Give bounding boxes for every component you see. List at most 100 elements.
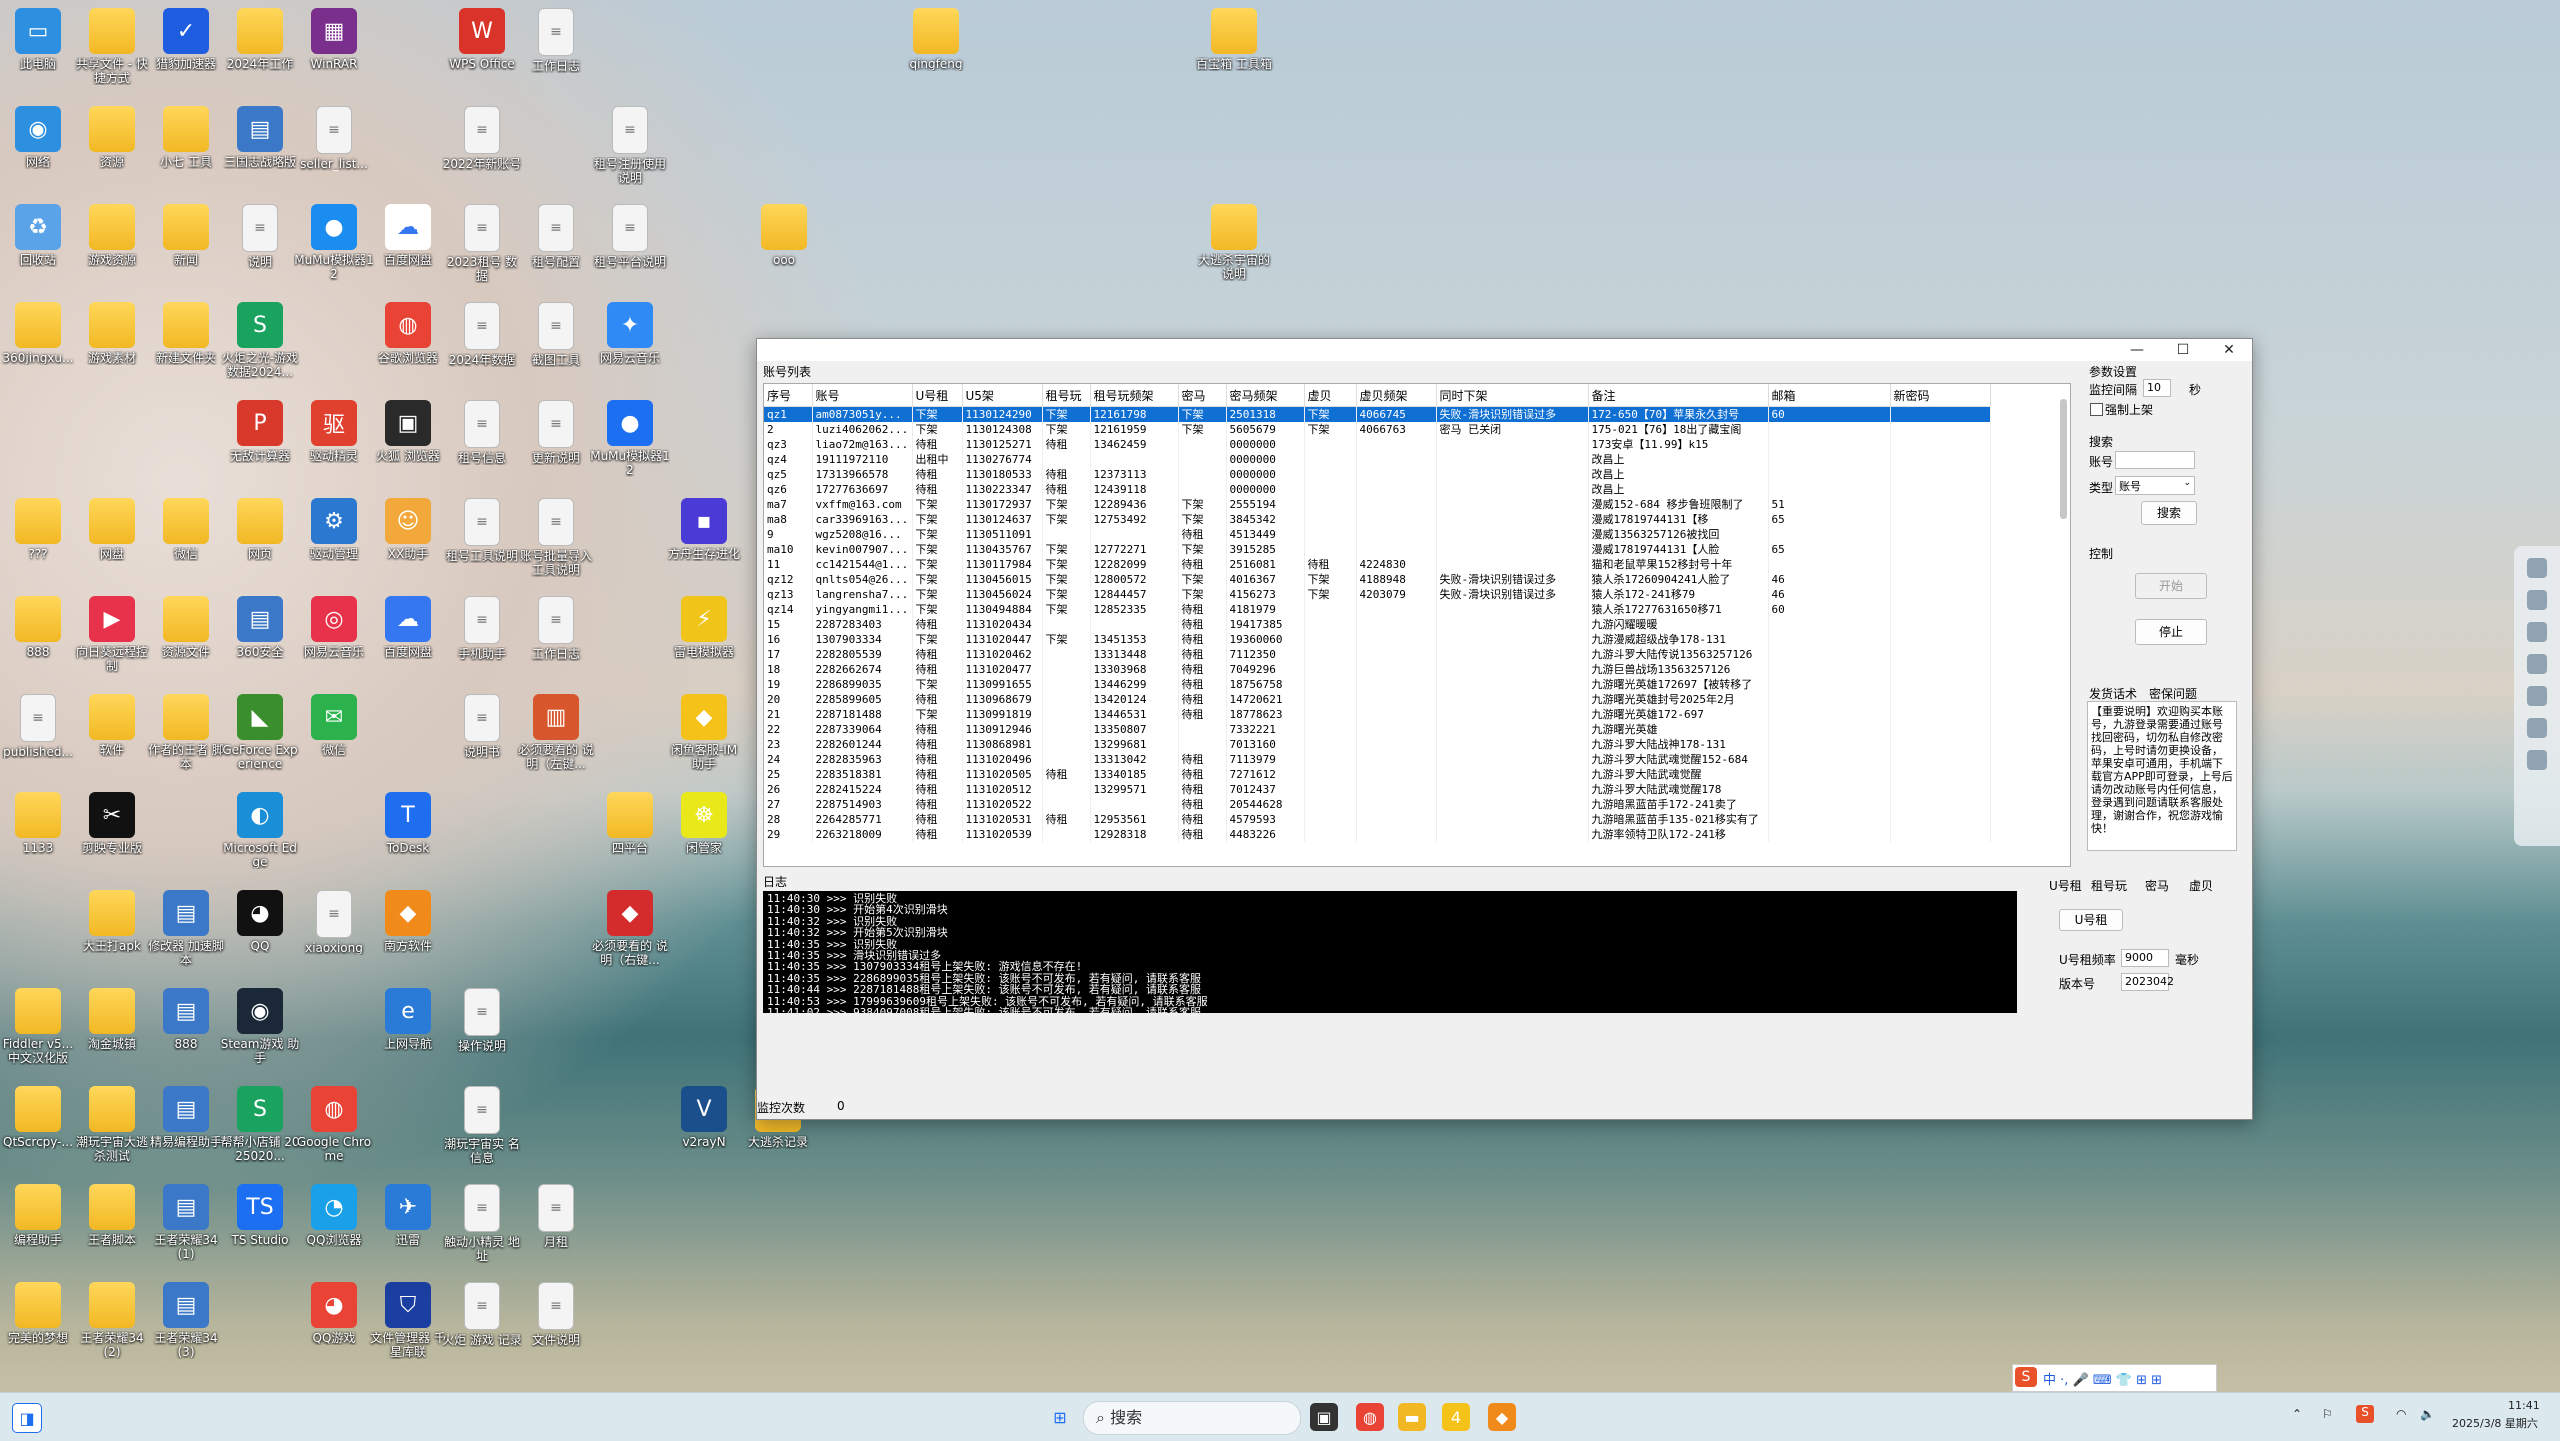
desktop-icon[interactable]: ☺ XX助手 <box>368 498 448 561</box>
desktop-icon[interactable]: 软件 <box>72 694 152 757</box>
desktop-icon[interactable]: 资源 <box>72 106 152 169</box>
volume-icon[interactable]: 🔈 <box>2420 1407 2435 1421</box>
table-row[interactable]: 22 2287339064 待租 1130912946 13350807 7332221 九… <box>764 722 1991 737</box>
desktop-icon[interactable]: ≡ 工作日志 <box>516 8 596 73</box>
maximize-button[interactable]: ☐ <box>2160 339 2206 361</box>
desktop-icon[interactable]: 王者荣耀34 (2) <box>72 1282 152 1359</box>
desktop-icon[interactable]: ≡ 文件说明 <box>516 1282 596 1347</box>
desktop-icon[interactable]: 共享文件 - 快捷方式 <box>72 8 152 85</box>
desktop-icon[interactable]: 1133 <box>0 792 78 855</box>
table-row[interactable]: 18 2282662674 待租 1131020477 13303968 待租 704929… <box>764 662 1991 677</box>
desktop-icon[interactable]: 资源文件 <box>146 596 226 659</box>
explorer-icon[interactable]: ▬ <box>1398 1403 1426 1431</box>
desktop-icon[interactable]: ◆ 南方软件 <box>368 890 448 953</box>
desktop-icon[interactable]: ▭ 此电脑 <box>0 8 78 71</box>
desktop-icon[interactable]: 完美的梦想 <box>0 1282 78 1345</box>
desktop-icon[interactable]: ≡ xiaoxiong <box>294 890 374 955</box>
desktop-icon[interactable]: ≡ 2024年数据 <box>442 302 522 367</box>
network-icon[interactable]: ⚐ <box>2322 1407 2333 1421</box>
account-search-input[interactable] <box>2115 451 2195 469</box>
desktop-icon[interactable]: ≡ 租号配置 <box>516 204 596 269</box>
close-button[interactable]: ✕ <box>2206 339 2252 361</box>
desktop-icon[interactable]: QtScrcpy-... <box>0 1086 78 1149</box>
desktop-icon[interactable]: ≡ 租号信息 <box>442 400 522 465</box>
desktop-icon[interactable]: ▤ 360安全 <box>220 596 300 659</box>
desktop-icon[interactable]: ◎ 网易云音乐 <box>294 596 374 659</box>
table-row[interactable]: 25 2283518381 待租 1131020505 待租 13340185 待租 7271… <box>764 767 1991 782</box>
app-4-icon[interactable]: 4 <box>1442 1403 1470 1431</box>
desktop-icon[interactable]: 网盘 <box>72 498 152 561</box>
desktop-icon[interactable]: ◍ 谷歌浏览器 <box>368 302 448 365</box>
column-header[interactable]: 序号 <box>764 384 813 407</box>
desktop-icon[interactable]: ≡ 触动小精灵 地址 <box>442 1184 522 1263</box>
desktop-icon[interactable]: S 火炬之光-游戏数据2024... <box>220 302 300 379</box>
table-row[interactable]: qz13 langrensha7... 下架 1130456024 下架 12844457… <box>764 587 1991 602</box>
desktop-icon[interactable]: ▤ 修改器 加速脚本 <box>146 890 226 967</box>
desktop-icon[interactable]: ≡ seller_list... <box>294 106 374 171</box>
desktop-icon[interactable]: ≡ 租号注册使用说明 <box>590 106 670 185</box>
clock-time[interactable]: 11:41 <box>2508 1399 2540 1412</box>
task-view-icon[interactable]: ▣ <box>1310 1403 1338 1431</box>
desktop-icon[interactable]: ≡ 工作日志 <box>516 596 596 661</box>
desktop-icon[interactable]: ??? <box>0 498 78 561</box>
start-icon[interactable]: ⊞ <box>1046 1403 1074 1431</box>
desktop-icon[interactable]: 编程助手 <box>0 1184 78 1247</box>
sogou-icon[interactable]: S <box>2015 1367 2037 1387</box>
table-row[interactable]: 29 2263218009 待租 1131020539 12928318 待租 448322… <box>764 827 1991 842</box>
desktop-icon[interactable]: ⚙ 驱动管理 <box>294 498 374 561</box>
ime-toolbar[interactable]: S 中 ·, 🎤 ⌨ 👕 ⊞ ⊞ <box>2012 1364 2217 1392</box>
table-row[interactable]: 16 1307903334 下架 1131020447 下架 13451353 待租 1936… <box>764 632 1991 647</box>
desktop-icon[interactable]: ☁ 百度网盘 <box>368 596 448 659</box>
desktop-icon[interactable]: ≡ 租号平台说明 <box>590 204 670 269</box>
table-row[interactable]: qz6 17277636697 待租 1130223347 待租 12439118 0000… <box>764 482 1991 497</box>
minimize-button[interactable]: — <box>2114 339 2160 361</box>
table-row[interactable]: 9 wgz5208@16... 下架 1130511091 待租 4513449 漫威135… <box>764 527 1991 542</box>
desktop-icon[interactable]: 游戏素材 <box>72 302 152 365</box>
column-header[interactable]: 虚贝频架 <box>1356 384 1437 407</box>
desktop-icon[interactable]: 大逃杀宇宙的说明 <box>1194 204 1274 281</box>
desktop-icon[interactable]: 百宝箱 工具箱 <box>1194 8 1274 71</box>
type-select[interactable]: 账号 ⌄ <box>2115 476 2195 495</box>
desktop-icon[interactable]: ✉ 微信 <box>294 694 374 757</box>
desktop-icon[interactable]: ▤ 888 <box>146 988 226 1051</box>
column-header[interactable]: 备注 <box>1588 384 1769 407</box>
desktop-icon[interactable]: ≡ 更新说明 <box>516 400 596 465</box>
desktop-icon[interactable]: ◕ QQ游戏 <box>294 1282 374 1345</box>
table-row[interactable]: qz5 17313966578 待租 1130180533 待租 12373113 0000… <box>764 467 1991 482</box>
widgets-icon[interactable]: ◨ <box>12 1403 42 1433</box>
wifi-icon[interactable]: ◠ <box>2396 1407 2406 1421</box>
column-header[interactable]: 虚贝 <box>1304 384 1357 407</box>
table-row[interactable]: qz1 am0873051y... 下架 1130124290 下架 12161798 下架… <box>764 406 1991 422</box>
desktop-icon[interactable]: ✦ 网易云音乐 <box>590 302 670 365</box>
desktop-icon[interactable]: ≡ 2022年新账号 <box>442 106 522 171</box>
table-row[interactable]: 27 2287514903 待租 1131020522 待租 20544628 九游暗黑蓝苗… <box>764 797 1991 812</box>
ai-icon[interactable] <box>2527 590 2547 610</box>
desktop-icon[interactable]: ▤ 精易编程助手 <box>146 1086 226 1149</box>
column-header[interactable]: 账号 <box>812 384 913 407</box>
version-input[interactable]: 2023042 <box>2121 973 2174 991</box>
desktop-icon[interactable]: S 帮帮小店铺 2025020... <box>220 1086 300 1163</box>
table-row[interactable]: ma7 vxffm@163.com 下架 1130172937 下架 12289436 下架… <box>764 497 1991 512</box>
start-button[interactable]: 开始 <box>2135 573 2207 599</box>
desktop-icon[interactable]: ⚡ 雷电模拟器 <box>664 596 744 659</box>
desktop-icon[interactable]: P 无敌计算器 <box>220 400 300 463</box>
search-button[interactable]: 搜索 <box>2141 501 2197 525</box>
desktop-icon[interactable]: ▥ 必须要看的 说明（左键... <box>516 694 596 771</box>
desktop-icon[interactable]: ◕ QQ <box>220 890 300 953</box>
table-row[interactable]: 28 2264285771 待租 1131020531 待租 12953561 待租 4579… <box>764 812 1991 827</box>
column-header[interactable]: 密马 <box>1178 384 1227 407</box>
desktop-icon[interactable]: ✂ 剪映专业版 <box>72 792 152 855</box>
desktop-icon[interactable]: ≡ 说明 <box>220 204 300 269</box>
table-row[interactable]: ma10 kevin007907... 下架 1130435767 下架 12772271… <box>764 542 1991 557</box>
desktop-icon[interactable]: T ToDesk <box>368 792 448 855</box>
desktop-icon[interactable]: ▣ 火狐 浏览器 <box>368 400 448 463</box>
column-header[interactable]: 新密码 <box>1890 384 1991 407</box>
desktop-icon[interactable]: qingfeng <box>896 8 976 71</box>
desktop-icon[interactable]: 小七 工具 <box>146 106 226 169</box>
desktop-icon[interactable]: ◉ 网络 <box>0 106 78 169</box>
desktop-icon[interactable]: ≡ 操作说明 <box>442 988 522 1053</box>
speech-textarea[interactable]: 【重要说明】欢迎购买本账号，九游登录需要通过账号找回密码，切勿私自修改密码，上号… <box>2087 701 2237 851</box>
desktop-icon[interactable]: ⛉ 文件管理器 千星库联 <box>368 1282 448 1359</box>
table-row[interactable]: 26 2282415224 待租 1131020512 13299571 待租 701243… <box>764 782 1991 797</box>
desktop-icon[interactable]: ◉ Steam游戏 助手 <box>220 988 300 1065</box>
